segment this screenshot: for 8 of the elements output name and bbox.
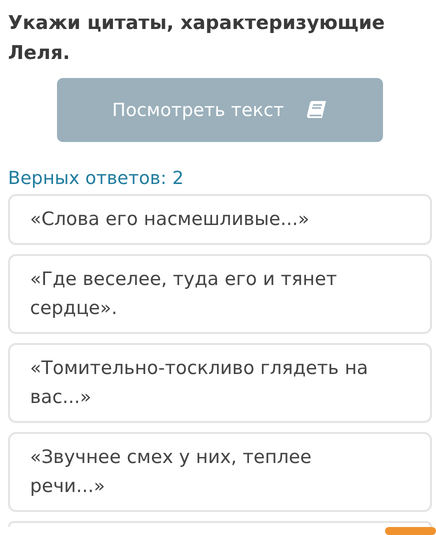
answer-option[interactable]: «Томительно-тоскливо глядеть на вас...» <box>8 343 432 423</box>
answer-option[interactable]: «Где веселее, туда его и тянет сердце». <box>8 254 432 334</box>
book-icon <box>306 100 328 120</box>
answer-option[interactable]: «Звучнее смех у них, теплее речи...» <box>8 432 432 512</box>
question-text: Укажи цитаты, характеризующие Леля. <box>8 11 386 66</box>
correct-answers-count: Верных ответов: 2 <box>8 167 185 191</box>
action-button[interactable] <box>385 527 436 535</box>
answer-option[interactable]: «Слова его насмешливые...» <box>8 194 432 245</box>
